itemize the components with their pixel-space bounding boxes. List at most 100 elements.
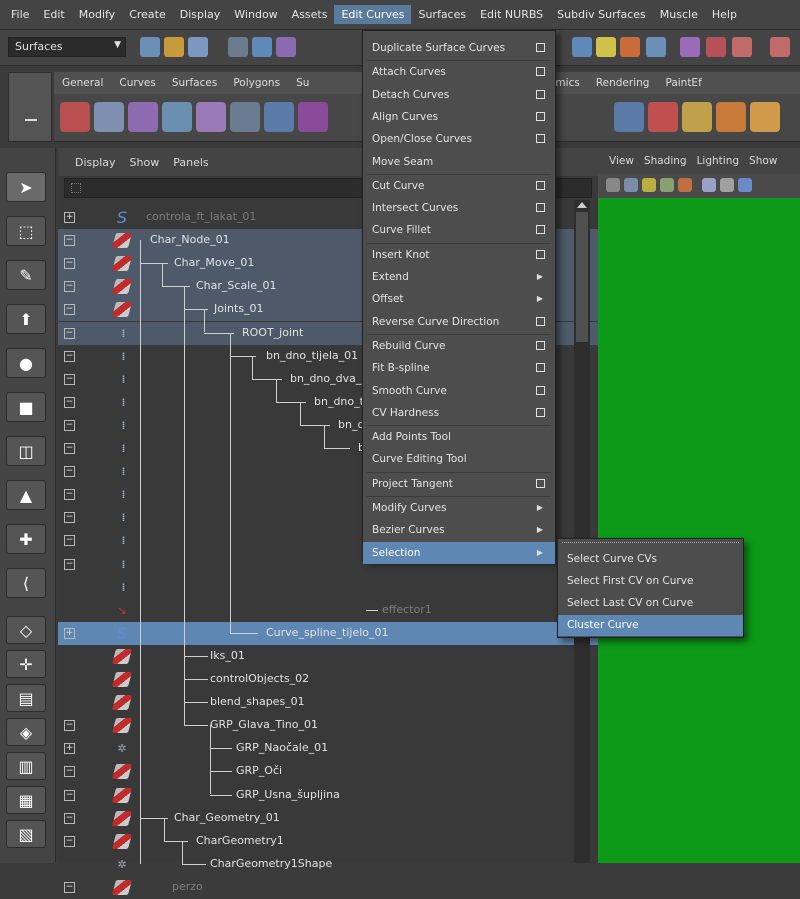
option-box-icon[interactable] [536,478,545,488]
menu-assets[interactable]: Assets [285,5,335,24]
menu-item-offset[interactable]: Offset ▶ [363,288,555,310]
menu-set-dropdown[interactable]: Surfaces ▼ [8,37,126,57]
submenu-item-cluster-curve[interactable]: Cluster Curve [558,615,743,636]
menu-item-project-tangent[interactable]: Project Tangent [363,473,555,495]
shelf-tab-curves[interactable]: Curves [111,75,163,91]
outliner-row[interactable]: − GRP_Usna_šupljina [58,784,598,807]
menu-item-modify-curves[interactable]: Modify Curves ▶ [363,497,555,519]
menu-muscle[interactable]: Muscle [653,5,705,24]
outliner-row[interactable]: − GRP_Glava_Tino_01 [58,714,598,737]
collapse-icon[interactable]: − [64,812,75,824]
graph-editor-layout-icon[interactable]: ▧ [6,820,46,848]
collapse-icon[interactable]: − [64,558,75,570]
option-box-icon[interactable] [536,363,545,373]
menu-window[interactable]: Window [227,5,284,24]
submenu-item-select-last-cv-on-curve[interactable]: Select Last CV on Curve [558,593,743,614]
outliner-row[interactable]: controlObjects_02 [58,668,598,691]
menu-item-align-curves[interactable]: Align Curves [363,106,555,128]
option-box-icon[interactable] [536,89,545,99]
persp-graph-layout-icon[interactable]: ◈ [6,718,46,746]
menu-item-smooth-curve[interactable]: Smooth Curve [363,380,555,402]
expand-icon[interactable]: + [64,743,75,755]
menu-item-bezier-curves[interactable]: Bezier Curves ▶ [363,519,555,541]
persp-outliner-layout-icon[interactable]: ▤ [6,684,46,712]
collapse-icon[interactable]: − [64,350,75,362]
collapse-icon[interactable]: − [64,327,75,339]
option-box-icon[interactable] [536,134,545,144]
collapse-icon[interactable]: − [64,512,75,524]
outliner-row[interactable]: + S Curve_spline_tijelo_01 [58,621,598,645]
head-icon[interactable] [716,102,746,132]
universal-manipulator-icon[interactable]: ◫ [6,436,46,466]
collapse-icon[interactable]: − [64,789,75,801]
arc-tool-icon[interactable] [648,102,678,132]
new-scene-icon[interactable] [140,37,160,57]
hypergraph-layout-icon[interactable]: ▥ [6,752,46,780]
outliner-scrollbar[interactable] [574,200,590,863]
collapse-icon[interactable]: − [64,419,75,431]
open-scene-icon[interactable] [164,37,184,57]
render-settings-icon[interactable] [680,37,700,57]
menu-display[interactable]: Display [173,5,228,24]
option-box-icon[interactable] [536,407,545,417]
menu-item-curve-editing-tool[interactable]: Curve Editing Tool [363,448,555,470]
shelf-menu-button[interactable] [8,72,52,142]
outliner-row[interactable]: ✲ CharGeometry1Shape [58,853,598,876]
scrollbar-thumb[interactable] [576,212,588,342]
collapse-icon[interactable]: − [64,373,75,385]
shelf-tab-general[interactable]: General [54,75,111,91]
ik-handle-icon[interactable] [162,102,192,132]
select-component-icon[interactable] [276,37,296,57]
textured-icon[interactable] [738,178,752,192]
outliner-row[interactable]: − Char_Geometry_01 [58,807,598,830]
image-plane-icon[interactable] [642,178,656,192]
menu-modify[interactable]: Modify [72,5,122,24]
menu-item-curve-fillet[interactable]: Curve Fillet [363,219,555,241]
persp-hypershade-layout-icon[interactable]: ▦ [6,786,46,814]
option-box-icon[interactable] [536,203,545,213]
menu-item-attach-curves[interactable]: Attach Curves [363,61,555,83]
viewport-menu-lighting[interactable]: Lighting [692,155,744,167]
option-box-icon[interactable] [536,43,545,52]
outliner-row[interactable]: ↘ effector1 [58,599,598,622]
menu-item-cv-hardness[interactable]: CV Hardness [363,402,555,424]
menu-edit-curves[interactable]: Edit Curves [334,5,412,24]
menu-item-rebuild-curve[interactable]: Rebuild Curve [363,335,555,357]
option-box-icon[interactable] [536,225,545,235]
submenu-item-select-curve-cvs[interactable]: Select Curve CVs [558,549,743,570]
hypershade-icon[interactable] [706,37,726,57]
collapse-icon[interactable]: − [64,235,75,247]
expand-icon[interactable]: + [64,627,75,639]
menu-item-cut-curve[interactable]: Cut Curve [363,175,555,197]
outliner-row[interactable]: − CharGeometry1 [58,830,598,853]
menu-item-insert-knot[interactable]: Insert Knot [363,244,555,266]
ik-spline-icon[interactable] [264,102,294,132]
collapse-icon[interactable]: − [64,835,75,847]
menu-item-move-seam[interactable]: Move Seam [363,151,555,173]
menu-item-detach-curves[interactable]: Detach Curves [363,84,555,106]
menu-subdiv-surfaces[interactable]: Subdiv Surfaces [550,5,653,24]
outliner-row[interactable]: ⁞⁞ [58,576,598,599]
menu-create[interactable]: Create [122,5,173,24]
single-perspective-layout-icon[interactable]: ◇ [6,616,46,644]
menu-surfaces[interactable]: Surfaces [411,5,473,24]
collapse-icon[interactable]: − [64,258,75,270]
lasso-tool-icon[interactable]: ⬚ [6,216,46,246]
scale-tool-icon[interactable]: ■ [6,392,46,422]
expand-icon[interactable]: + [64,212,75,223]
camera-attributes-icon[interactable] [606,178,620,192]
move-tool-icon[interactable]: ⬆ [6,304,46,334]
collapse-icon[interactable]: − [64,396,75,408]
shelf-tab-rendering[interactable]: Rendering [588,75,658,91]
show-manipulator-icon[interactable]: ✚ [6,524,46,554]
viewport-canvas[interactable] [598,198,800,863]
soft-mod-tool-icon[interactable]: ▲ [6,480,46,510]
light-icon[interactable] [732,37,752,57]
outliner-row[interactable]: − perzo [58,876,598,899]
outliner-row[interactable]: blend_shapes_01 [58,691,598,714]
submenu-item-select-first-cv-on-curve[interactable]: Select First CV on Curve [558,571,743,592]
tear-off-handle[interactable] [562,542,739,545]
option-box-icon[interactable] [536,249,545,259]
option-box-icon[interactable] [536,316,545,326]
collapse-icon[interactable]: − [64,535,75,547]
